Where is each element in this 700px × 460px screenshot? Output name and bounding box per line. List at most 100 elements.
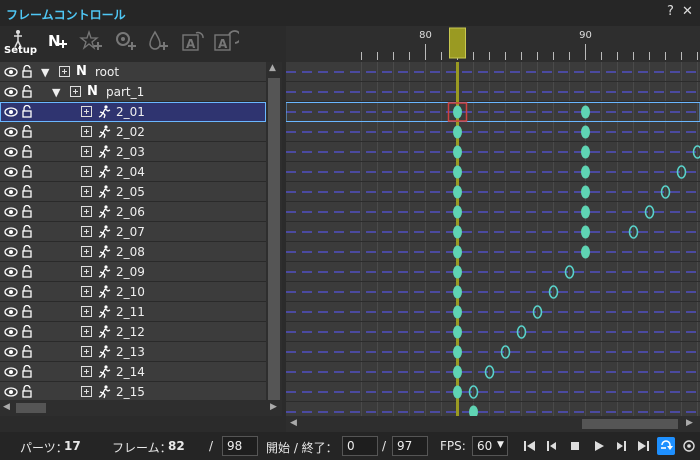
tree-row-item[interactable]: 2_07	[0, 222, 266, 242]
expand-plus-icon[interactable]	[81, 386, 92, 397]
scroll-right-arrow-icon[interactable]: ▶	[686, 418, 693, 428]
go-to-start-button[interactable]	[521, 437, 539, 455]
timeline-ruler[interactable]: 80 90	[286, 26, 700, 62]
lock-icon[interactable]	[22, 165, 32, 178]
scroll-thumb[interactable]	[582, 419, 678, 429]
scroll-left-arrow-icon[interactable]: ◀	[3, 402, 10, 412]
lock-icon[interactable]	[22, 305, 32, 318]
tree-row-root[interactable]: ▼ N root	[0, 62, 266, 82]
scroll-thumb[interactable]	[268, 78, 280, 400]
tree-row-item[interactable]: 2_14	[0, 362, 266, 382]
lock-icon[interactable]	[22, 225, 32, 238]
play-button[interactable]	[590, 437, 608, 455]
tree-row-item[interactable]: 2_09	[0, 262, 266, 282]
tree-row-item[interactable]: 2_11	[0, 302, 266, 322]
lock-icon[interactable]	[22, 185, 32, 198]
timeline-horizontal-scrollbar[interactable]: ◀ ▶	[286, 416, 700, 432]
scroll-right-arrow-icon[interactable]: ▶	[270, 402, 277, 412]
expand-triangle-icon[interactable]: ▼	[41, 66, 49, 79]
expand-plus-icon[interactable]	[81, 366, 92, 377]
eye-icon[interactable]	[4, 227, 18, 237]
lock-icon[interactable]	[22, 85, 32, 98]
lock-icon[interactable]	[22, 265, 32, 278]
lock-icon[interactable]	[22, 345, 32, 358]
expand-plus-icon[interactable]	[81, 246, 92, 257]
add-star-button[interactable]	[76, 26, 106, 60]
tree-row-item[interactable]: 2_13	[0, 342, 266, 362]
keyframe-grid[interactable]	[286, 62, 700, 416]
timeline-panel[interactable]: 80 90	[286, 26, 700, 416]
eye-icon[interactable]	[4, 147, 18, 157]
eye-icon[interactable]	[4, 167, 18, 177]
lock-icon[interactable]	[22, 285, 32, 298]
expand-plus-icon[interactable]	[81, 206, 92, 217]
tree-vertical-scrollbar[interactable]: ▲ ▼	[266, 62, 282, 416]
eye-icon[interactable]	[4, 247, 18, 257]
eye-icon[interactable]	[4, 287, 18, 297]
lock-icon[interactable]	[22, 125, 32, 138]
expand-triangle-icon[interactable]: ▼	[52, 86, 60, 99]
prev-frame-button[interactable]	[543, 437, 561, 455]
lock-icon[interactable]	[22, 325, 32, 338]
expand-plus-icon[interactable]	[81, 126, 92, 137]
eye-icon[interactable]	[4, 347, 18, 357]
eye-icon[interactable]	[4, 367, 18, 377]
lock-icon[interactable]	[22, 145, 32, 158]
tree-row-item[interactable]: 2_08	[0, 242, 266, 262]
total-frames-field[interactable]: 98	[222, 436, 258, 456]
expand-plus-icon[interactable]	[81, 146, 92, 157]
add-null-button[interactable]: N	[42, 26, 72, 60]
eye-icon[interactable]	[4, 107, 18, 117]
tree-row-item[interactable]: 2_15	[0, 382, 266, 400]
eye-icon[interactable]	[4, 187, 18, 197]
fps-select[interactable]: 60 ▼	[472, 436, 508, 456]
eye-icon[interactable]	[4, 327, 18, 337]
scroll-up-arrow-icon[interactable]: ▲	[269, 63, 276, 73]
range-start-field[interactable]: 0	[342, 436, 378, 456]
tree-horizontal-scrollbar[interactable]: ◀ ▶	[0, 400, 282, 416]
eye-icon[interactable]	[4, 307, 18, 317]
tree-row-item[interactable]: 2_04	[0, 162, 266, 182]
expand-plus-icon[interactable]	[81, 186, 92, 197]
tree-row-item[interactable]: 2_12	[0, 322, 266, 342]
text-a-button[interactable]: A	[178, 26, 208, 60]
tree-row-item[interactable]: 2_03	[0, 142, 266, 162]
tree-row-item[interactable]: 2_01	[0, 102, 266, 122]
expand-plus-icon[interactable]	[81, 266, 92, 277]
more-options-button[interactable]	[680, 437, 698, 455]
expand-plus-icon[interactable]	[81, 226, 92, 237]
add-bone-button[interactable]	[110, 26, 140, 60]
tree-row-item[interactable]: 2_02	[0, 122, 266, 142]
expand-plus-icon[interactable]	[81, 306, 92, 317]
tree-row-item[interactable]: 2_05	[0, 182, 266, 202]
expand-plus-icon[interactable]	[81, 286, 92, 297]
range-end-field[interactable]: 97	[392, 436, 428, 456]
lock-icon[interactable]	[22, 205, 32, 218]
go-to-end-button[interactable]	[634, 437, 652, 455]
scroll-left-arrow-icon[interactable]: ◀	[290, 418, 297, 428]
scroll-thumb[interactable]	[16, 403, 46, 413]
expand-plus-icon[interactable]	[81, 166, 92, 177]
help-button[interactable]: ?	[667, 4, 674, 19]
lock-icon[interactable]	[22, 365, 32, 378]
close-button[interactable]: ✕	[682, 4, 693, 19]
eye-icon[interactable]	[4, 387, 18, 397]
tree-row-part[interactable]: ▼ N part_1	[0, 82, 266, 102]
lock-icon[interactable]	[22, 245, 32, 258]
expand-plus-icon[interactable]	[81, 346, 92, 357]
keyframe-canvas[interactable]	[286, 62, 700, 416]
lock-icon[interactable]	[22, 65, 32, 78]
stop-button[interactable]	[566, 437, 584, 455]
expand-plus-icon[interactable]	[59, 66, 70, 77]
loop-toggle[interactable]	[657, 437, 675, 455]
setup-button[interactable]: Setup	[2, 26, 37, 60]
expand-plus-icon[interactable]	[81, 326, 92, 337]
expand-plus-icon[interactable]	[70, 86, 81, 97]
expand-plus-icon[interactable]	[81, 106, 92, 117]
eye-icon[interactable]	[4, 207, 18, 217]
text-a-rotate-button[interactable]: A	[210, 26, 240, 60]
next-frame-button[interactable]	[612, 437, 630, 455]
eye-icon[interactable]	[4, 67, 18, 77]
eye-icon[interactable]	[4, 267, 18, 277]
eye-icon[interactable]	[4, 127, 18, 137]
